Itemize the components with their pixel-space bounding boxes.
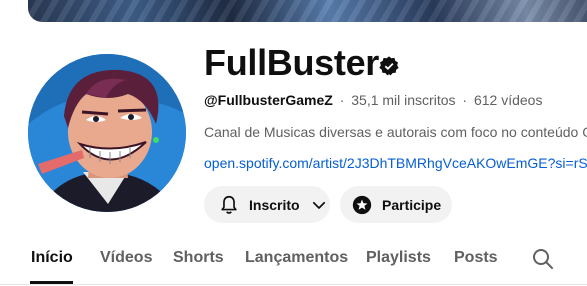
- subscriber-count: 35,1 mil inscritos: [351, 92, 456, 108]
- tab-videos[interactable]: Vídeos: [100, 249, 152, 267]
- channel-name: FullBuster: [204, 42, 380, 83]
- channel-banner: [28, 0, 587, 22]
- tab-shorts[interactable]: Shorts: [173, 249, 224, 267]
- join-button[interactable]: Participe: [340, 186, 452, 223]
- chevron-down-icon: [312, 201, 325, 209]
- star-badge-icon: [352, 195, 372, 214]
- tab-posts[interactable]: Posts: [454, 249, 498, 267]
- join-label: Participe: [382, 196, 442, 213]
- channel-tabs: Início Vídeos Shorts Lançamentos Playlis…: [0, 232, 587, 286]
- channel-avatar[interactable]: [28, 54, 186, 212]
- channel-handle: @FullbusterGameZ: [204, 92, 333, 108]
- video-count: 612 vídeos: [473, 92, 543, 108]
- tab-lancamentos[interactable]: Lançamentos: [245, 249, 348, 267]
- tabs-divider: [0, 284, 587, 285]
- subscribed-label: Inscrito: [249, 196, 300, 213]
- bell-icon: [221, 195, 237, 214]
- channel-description[interactable]: Canal de Musicas diversas e autorais com…: [204, 124, 587, 140]
- subscribed-button[interactable]: Inscrito: [204, 186, 330, 223]
- channel-link[interactable]: open.spotify.com/artist/2J3DhTBMRhgVceAK…: [204, 155, 587, 171]
- channel-meta: @FullbusterGameZ · 35,1 mil inscritos · …: [204, 92, 542, 108]
- meta-separator: ·: [339, 92, 345, 108]
- avatar-illustration: [28, 54, 186, 212]
- search-icon[interactable]: [531, 247, 555, 271]
- meta-separator: ·: [462, 92, 468, 108]
- tab-inicio[interactable]: Início: [31, 249, 73, 267]
- verified-badge-icon: [379, 56, 399, 76]
- tab-playlists[interactable]: Playlists: [366, 249, 431, 267]
